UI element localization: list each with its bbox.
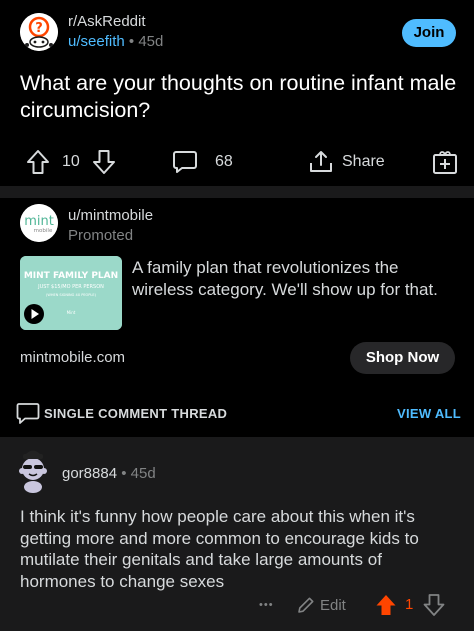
more-options-button[interactable]: ••• xyxy=(259,599,274,611)
ad-video-thumbnail[interactable]: MINT FAMILY PLAN JUST $15/MO PER PERSON … xyxy=(20,256,122,330)
play-icon xyxy=(31,309,39,319)
ad-domain[interactable]: mintmobile.com xyxy=(20,349,125,366)
join-button[interactable]: Join xyxy=(402,19,456,47)
edit-button[interactable]: Edit xyxy=(296,595,346,615)
mint-logo-icon: mint mobile xyxy=(20,204,58,242)
comment-icon xyxy=(173,151,197,173)
downvote-button[interactable] xyxy=(92,140,116,184)
promoted-label: Promoted xyxy=(68,227,134,244)
downvote-icon xyxy=(93,150,115,174)
upvote-icon xyxy=(27,150,49,174)
svg-text:(WHEN SIGNING 4X PEOPLE): (WHEN SIGNING 4X PEOPLE) xyxy=(46,293,97,297)
comment-author[interactable]: gor8884 xyxy=(62,465,117,482)
comment-body: I think it's funny how people care about… xyxy=(20,507,419,591)
svg-text:Mint: Mint xyxy=(67,310,76,315)
snoo-avatar-icon xyxy=(19,450,47,493)
subreddit-name[interactable]: r/AskReddit xyxy=(68,13,146,30)
meta-separator: • xyxy=(121,465,131,482)
svg-text:JUST $15/MO PER PERSON: JUST $15/MO PER PERSON xyxy=(37,284,104,290)
svg-text:MINT FAMILY PLAN: MINT FAMILY PLAN xyxy=(24,271,118,281)
svg-text:?: ? xyxy=(35,21,43,36)
share-icon xyxy=(310,151,332,172)
pencil-icon xyxy=(298,597,314,613)
shop-now-button[interactable]: Shop Now xyxy=(350,342,455,374)
ad-headline[interactable]: A family plan that revolutionizes the wi… xyxy=(132,257,452,301)
share-button[interactable]: Share xyxy=(308,140,385,184)
upvote-icon xyxy=(376,595,396,615)
comments-button[interactable] xyxy=(172,140,198,184)
svg-text:mint: mint xyxy=(24,214,54,229)
comment-age: 45d xyxy=(130,465,156,482)
subreddit-avatar[interactable]: ? xyxy=(20,13,58,51)
svg-text:mobile: mobile xyxy=(34,228,53,234)
comment-vote-count: 1 xyxy=(405,596,414,613)
commenter-avatar[interactable] xyxy=(10,447,56,493)
post-header: ? r/AskReddit u/seefith • 45d Join xyxy=(0,0,474,60)
comment: gor8884 • 45d I think it's funny how peo… xyxy=(0,437,474,631)
advertiser-avatar[interactable]: mint mobile xyxy=(20,204,58,242)
thread-label: SINGLE COMMENT THREAD xyxy=(44,406,228,421)
play-button[interactable] xyxy=(24,304,44,324)
comment-thread-icon xyxy=(16,402,40,431)
downvote-icon xyxy=(423,594,445,616)
edit-label: Edit xyxy=(320,596,346,614)
award-icon xyxy=(433,151,457,174)
upvote-button[interactable] xyxy=(26,140,50,184)
view-all-link[interactable]: VIEW ALL xyxy=(397,406,461,421)
post-author[interactable]: u/seefith xyxy=(68,33,125,50)
comment-actions: ••• Edit 1 xyxy=(0,591,474,625)
snoo-question-avatar-icon: ? xyxy=(20,13,58,51)
comment-count: 68 xyxy=(215,153,233,170)
post-title[interactable]: What are your thoughts on routine infant… xyxy=(20,70,460,124)
post-action-bar: 10 68 Share xyxy=(0,140,474,184)
comment-downvote-button[interactable] xyxy=(423,593,445,622)
award-button[interactable] xyxy=(432,140,458,184)
meta-separator: • xyxy=(128,33,139,50)
post-vote-count: 10 xyxy=(62,153,80,170)
thread-bar: SINGLE COMMENT THREAD VIEW ALL xyxy=(0,392,474,436)
comment-upvote-button[interactable] xyxy=(375,593,397,622)
advertiser-name[interactable]: u/mintmobile xyxy=(68,207,153,224)
share-label: Share xyxy=(342,153,385,170)
post-age: 45d xyxy=(138,33,164,50)
comment-meta: gor8884 • 45d xyxy=(62,465,156,482)
post-meta: u/seefith • 45d xyxy=(68,33,163,50)
section-divider xyxy=(0,186,474,198)
